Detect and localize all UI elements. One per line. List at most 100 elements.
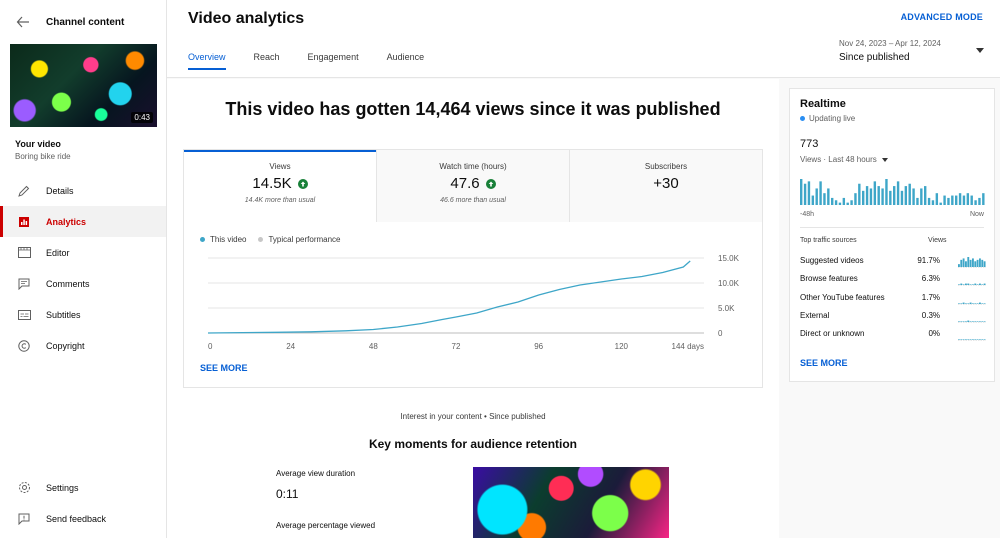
- realtime-bar: [889, 190, 892, 205]
- page-title: Video analytics: [188, 10, 305, 27]
- views-headline: This video has gotten 14,464 views since…: [225, 99, 721, 119]
- x-tick-label: 24: [286, 342, 295, 351]
- date-range-picker[interactable]: Nov 24, 2023 – Apr 12, 2024 Since publis…: [839, 39, 941, 63]
- y-tick-label: 0: [718, 329, 723, 338]
- traffic-source-row: Suggested videos 91.7%: [800, 256, 986, 274]
- sparkline-bar: [979, 302, 981, 304]
- sparkline-bar: [972, 258, 974, 267]
- metric-views[interactable]: Views 14.5K 14.4K more than usual: [184, 150, 376, 222]
- traffic-source-row: Other YouTube features 1.7%: [800, 293, 986, 311]
- series-line-this-video: [207, 260, 691, 334]
- metric-subscribers[interactable]: Subscribers +30: [569, 150, 762, 222]
- metric-value-row: 47.6: [377, 175, 569, 192]
- chevron-down-icon[interactable]: [976, 48, 984, 53]
- see-more-link[interactable]: SEE MORE: [200, 363, 248, 373]
- y-tick-label: 5.0K: [718, 304, 735, 313]
- metric-comparison: 14.4K more than usual: [244, 197, 316, 204]
- realtime-bar: [974, 200, 977, 205]
- realtime-title: Realtime: [800, 98, 846, 110]
- sidebar-item-subtitles[interactable]: Subtitles: [0, 299, 166, 330]
- realtime-bar: [881, 188, 884, 205]
- sparkline-bar: [967, 320, 970, 322]
- traffic-sources-metric: Views: [928, 237, 947, 244]
- sidebar-item-label: Details: [46, 185, 74, 196]
- sidebar-nav: Details Analytics Editor Comments Subtit…: [0, 175, 166, 361]
- realtime-bar: [924, 186, 927, 205]
- sparkline-bar: [962, 258, 965, 267]
- sparkline-bar: [958, 302, 960, 304]
- sparkline-bar: [960, 339, 963, 341]
- sparkline-bar: [960, 259, 963, 267]
- sparkline-bar: [983, 302, 986, 304]
- sparkline-bar: [962, 321, 965, 322]
- chart-legend: This video Typical performance: [200, 235, 353, 244]
- x-tick-label: 120: [615, 342, 629, 351]
- traffic-source-name: Browse features: [800, 274, 858, 284]
- trend-up-icon: [297, 178, 308, 189]
- sparkline-bar: [962, 302, 965, 304]
- traffic-source-percent: 0%: [928, 329, 940, 339]
- realtime-status-label: Updating live: [809, 114, 856, 123]
- tab-reach[interactable]: Reach: [254, 52, 280, 70]
- divider: [800, 227, 984, 228]
- sparkline-bar: [969, 339, 972, 341]
- realtime-bar: [927, 197, 931, 205]
- legend-label: This video: [210, 235, 247, 244]
- realtime-bar: [862, 190, 865, 205]
- sidebar-item-editor[interactable]: Editor: [0, 237, 166, 268]
- sidebar-item-label: Copyright: [46, 340, 85, 351]
- sparkline-bar: [962, 339, 965, 341]
- pencil-icon: [17, 184, 31, 198]
- sparkline-bar: [969, 302, 972, 304]
- realtime-bar: [834, 200, 838, 205]
- sidebar-item-comments[interactable]: Comments: [0, 268, 166, 299]
- metric-value: +30: [653, 175, 679, 192]
- sidebar-item-analytics[interactable]: Analytics: [0, 206, 166, 237]
- realtime-bar: [873, 181, 877, 205]
- views-line-chart: 15.0K 10.0K 5.0K 0 0 24 48 72 96 120 144 days: [207, 254, 740, 351]
- sidebar-item-copyright[interactable]: Copyright: [0, 330, 166, 361]
- sidebar-item-label: Analytics: [46, 216, 87, 227]
- realtime-axis-end: Now: [969, 211, 984, 218]
- sparkline-bar: [983, 339, 986, 341]
- sparkline-bar: [967, 302, 970, 304]
- sparkline-bar: [979, 339, 981, 341]
- sparkline-bar: [976, 284, 979, 286]
- realtime-bar: [900, 190, 904, 205]
- advanced-mode-link[interactable]: ADVANCED MODE: [901, 12, 983, 22]
- tab-overview[interactable]: Overview: [188, 52, 226, 70]
- traffic-source-sparkline: [958, 283, 986, 287]
- x-tick-label: 72: [452, 342, 461, 351]
- sparkline-bar: [976, 321, 979, 322]
- realtime-see-more-link[interactable]: SEE MORE: [800, 358, 848, 368]
- video-thumbnail[interactable]: 0:43: [10, 44, 157, 127]
- sidebar-item-details[interactable]: Details: [0, 175, 166, 206]
- traffic-source-name: Suggested videos: [800, 256, 864, 265]
- realtime-bar: [800, 179, 803, 205]
- back-arrow-icon[interactable]: [16, 15, 30, 29]
- interest-subtitle: Interest in your content • Since publish…: [400, 412, 546, 421]
- realtime-bar: [819, 181, 822, 205]
- sidebar-item-settings[interactable]: Settings: [0, 472, 166, 503]
- sidebar-item-send-feedback[interactable]: Send feedback: [0, 503, 166, 534]
- realtime-bar: [978, 197, 981, 205]
- sparkline-bar: [967, 283, 970, 286]
- realtime-bar: [943, 195, 946, 205]
- avg-view-duration-value: 0:11: [276, 487, 299, 501]
- key-moments-frame[interactable]: [473, 467, 669, 538]
- tab-audience[interactable]: Audience: [387, 52, 425, 70]
- tab-engagement[interactable]: Engagement: [308, 52, 359, 70]
- feedback-icon: [17, 512, 31, 526]
- sidebar-item-label: Comments: [46, 278, 90, 289]
- realtime-bar: [896, 181, 900, 205]
- realtime-bar: [858, 183, 861, 205]
- traffic-source-row: Direct or unknown 0%: [800, 329, 986, 347]
- realtime-range-select[interactable]: Views · Last 48 hours: [800, 155, 888, 164]
- realtime-bar: [846, 202, 849, 205]
- overview-card: Views 14.5K 14.4K more than usual Watch …: [183, 149, 763, 388]
- traffic-sources-header: Top traffic sources Views: [800, 237, 984, 244]
- metric-watch-time[interactable]: Watch time (hours) 47.6 46.6 more than u…: [376, 150, 569, 222]
- page-header: Video analytics ADVANCED MODE Overview R…: [167, 0, 1000, 78]
- realtime-bar: [931, 200, 935, 205]
- sparkline-bar: [962, 284, 965, 286]
